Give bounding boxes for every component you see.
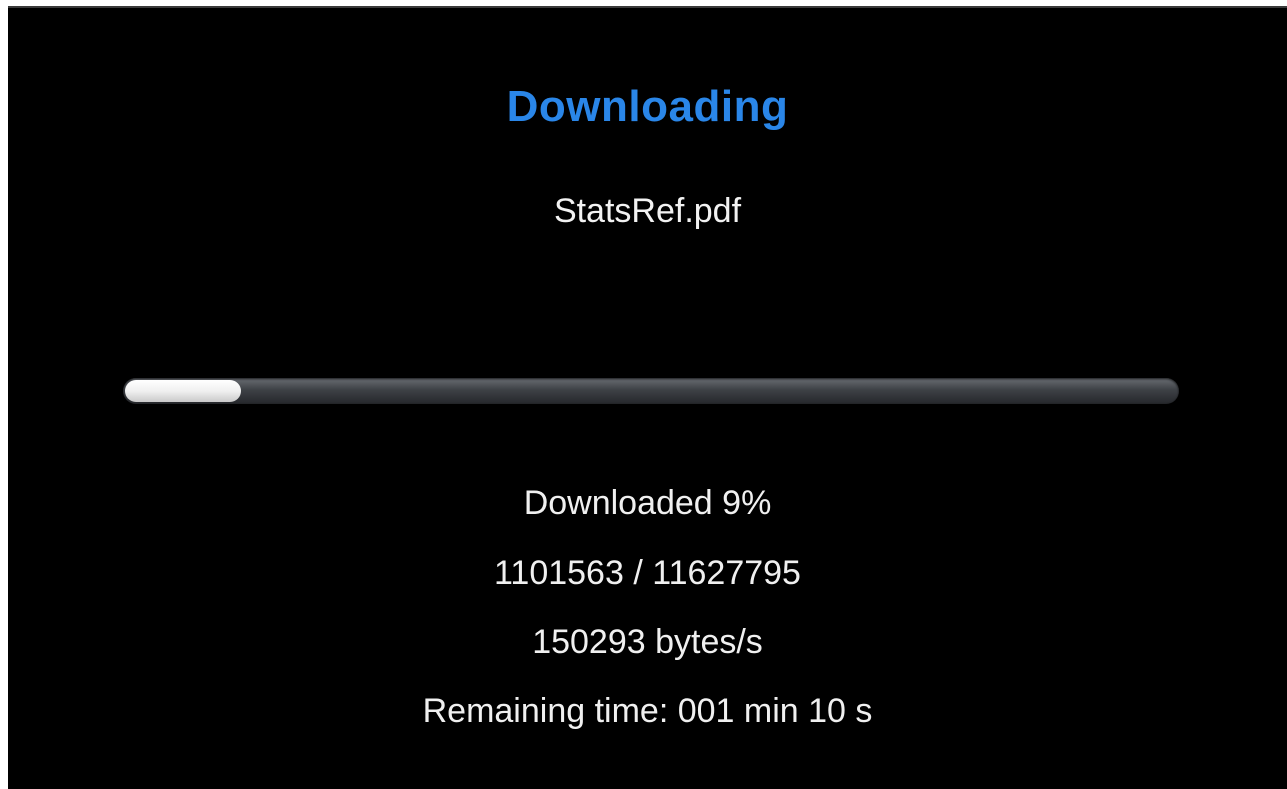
progress-bar-fill — [125, 380, 241, 402]
download-dialog: Downloading StatsRef.pdf Downloaded 9% 1… — [8, 6, 1287, 789]
download-percent-text: Downloaded 9% — [523, 484, 772, 522]
progress-bar — [123, 378, 1179, 404]
file-name: StatsRef.pdf — [553, 192, 742, 230]
download-rate-text: 150293 bytes/s — [532, 623, 763, 661]
bytes-progress-text: 1101563 / 11627795 — [494, 554, 801, 592]
remaining-time-text: Remaining time: 001 min 10 s — [422, 692, 873, 730]
dialog-title: Downloading — [506, 82, 789, 131]
